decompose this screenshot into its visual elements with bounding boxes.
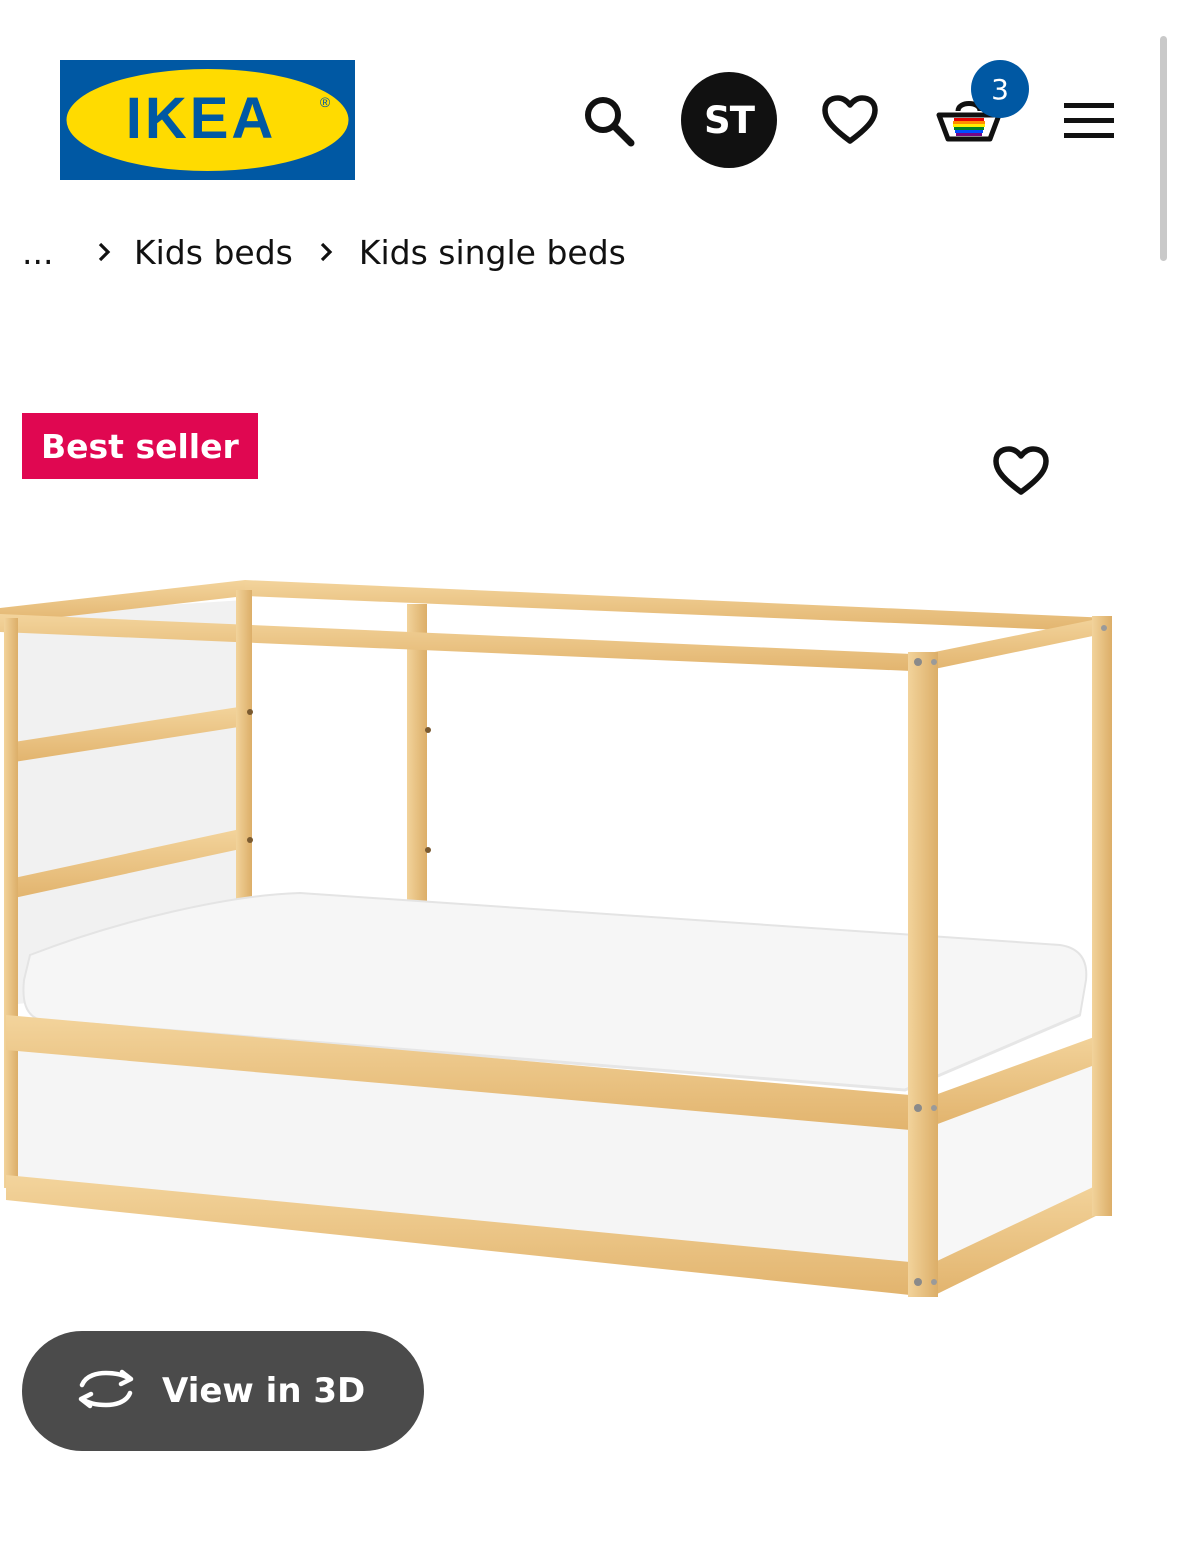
svg-text:®: ® [320,94,331,110]
breadcrumb-link-kids-single-beds[interactable]: Kids single beds [359,233,626,272]
view-in-3d-button[interactable]: View in 3D [22,1331,424,1451]
breadcrumb: ... Kids beds Kids single beds [22,228,626,276]
breadcrumb-ellipsis[interactable]: ... [22,233,74,272]
ikea-logo[interactable]: IKEA ® [60,60,355,180]
view-in-3d-label: View in 3D [162,1371,366,1411]
add-to-favourites-heart-icon[interactable] [990,440,1052,502]
best-seller-badge: Best seller [22,413,258,479]
cart-count-badge: 3 [971,60,1029,118]
avatar-initials: ST [704,98,755,142]
site-header: IKEA ® ST 3 [0,0,1179,200]
chevron-right-icon [293,240,359,264]
search-icon[interactable] [576,88,640,152]
scrollbar[interactable] [1160,36,1167,261]
hamburger-menu-icon[interactable] [1060,92,1118,150]
chevron-right-icon [74,240,134,264]
breadcrumb-link-kids-beds[interactable]: Kids beds [134,233,293,272]
account-avatar[interactable]: ST [681,72,777,168]
product-image[interactable] [0,560,1140,1320]
favourites-heart-icon[interactable] [818,88,882,152]
logo-text: IKEA [126,86,277,151]
rotate-3d-icon [76,1367,136,1415]
